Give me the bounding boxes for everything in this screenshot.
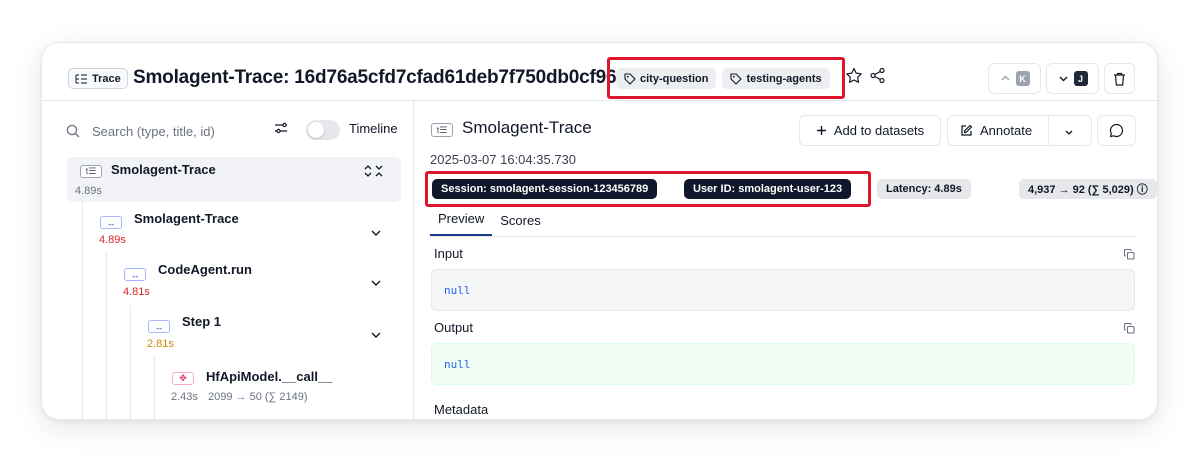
- timeline-label: Timeline: [349, 121, 398, 136]
- output-label: Output: [434, 320, 474, 335]
- annotate-label: Annotate: [980, 123, 1033, 138]
- session-user-highlight-box: [425, 171, 871, 207]
- node-duration: 4.89s: [75, 185, 102, 197]
- delete-button[interactable]: [1104, 63, 1135, 94]
- trace-header: Trace Smolagent-Trace: 16d76a5cfd7cfad61…: [42, 43, 1157, 101]
- comment-icon: [1109, 123, 1124, 138]
- toggle-knob: [308, 122, 324, 138]
- node-title: Smolagent-Trace: [134, 211, 239, 226]
- tabs-divider: [430, 236, 1135, 237]
- tree-node-step-1[interactable]: ↔ Step 1 2.81s: [140, 311, 392, 357]
- trace-tree-panel: Search (type, title, id) Timeline t☰ Smo…: [42, 101, 414, 419]
- node-duration: 2.81s: [147, 338, 174, 350]
- timeline-toggle[interactable]: [306, 120, 340, 140]
- node-title: HfApiModel.__call__: [206, 369, 333, 384]
- node-duration: 4.89s: [99, 234, 126, 246]
- comments-button[interactable]: [1097, 115, 1136, 146]
- trace-type-icon: t☰: [431, 123, 453, 137]
- search-icon: [66, 124, 80, 138]
- trace-type-icon: t☰: [80, 165, 102, 178]
- previous-trace-button[interactable]: K: [988, 63, 1041, 94]
- share-icon[interactable]: [869, 67, 886, 84]
- tree-node-codeagent-run[interactable]: ↔ CodeAgent.run 4.81s: [116, 259, 392, 305]
- span-icon: ↔: [100, 216, 122, 229]
- tags-highlight-box: [607, 57, 845, 99]
- plus-icon: [816, 126, 826, 135]
- add-to-datasets-label: Add to datasets: [833, 123, 925, 138]
- star-icon[interactable]: [845, 67, 863, 85]
- page-title: Smolagent-Trace: 16d76a5cfd7cfad61deb7f7…: [133, 67, 617, 88]
- latency-badge: Latency: 4.89s: [877, 179, 971, 199]
- chevron-down-icon[interactable]: [1064, 127, 1074, 137]
- chevron-up-icon: [1001, 75, 1009, 81]
- kbd-k: K: [1015, 71, 1030, 86]
- node-title: Smolagent-Trace: [111, 162, 216, 177]
- chevron-down-icon[interactable]: [370, 277, 382, 289]
- chevron-down-icon: [1059, 76, 1067, 82]
- tree-guide-line: [130, 305, 131, 419]
- detail-title: Smolagent-Trace: [462, 118, 592, 137]
- tree-guide-line: [154, 357, 155, 419]
- trace-type-badge: Trace: [68, 68, 128, 89]
- input-label: Input: [434, 246, 463, 261]
- chevron-down-icon[interactable]: [370, 227, 382, 239]
- expand-collapse-icon[interactable]: [364, 165, 386, 177]
- copy-icon[interactable]: [1124, 323, 1135, 334]
- node-duration: 4.81s: [123, 286, 150, 298]
- add-to-datasets-button[interactable]: Add to datasets: [799, 115, 941, 146]
- annotate-button[interactable]: Annotate: [947, 115, 1092, 146]
- trash-icon: [1114, 72, 1125, 86]
- generation-icon: ✥: [172, 372, 194, 385]
- tree-guide-line: [82, 202, 83, 419]
- trace-badge-label: Trace: [92, 72, 121, 85]
- output-value: null: [431, 343, 1135, 385]
- list-tree-icon: [75, 73, 87, 84]
- trace-card: Trace Smolagent-Trace: 16d76a5cfd7cfad61…: [41, 42, 1158, 420]
- next-trace-button[interactable]: J: [1046, 63, 1099, 94]
- trace-detail-panel: t☰ Smolagent-Trace 2025-03-07 16:04:35.7…: [415, 101, 1157, 419]
- tree-guide-line: [106, 253, 107, 419]
- node-token-usage: 2099 → 50 (∑ 2149): [208, 391, 308, 403]
- span-icon: ↔: [124, 268, 146, 281]
- tab-preview[interactable]: Preview: [430, 203, 493, 237]
- button-divider: [1048, 116, 1049, 145]
- chevron-down-icon[interactable]: [370, 329, 382, 341]
- node-duration: 2.43s: [171, 391, 198, 403]
- tree-node-hfapimodel-call[interactable]: ✥ HfApiModel.__call__ 2.43s 2099 → 50 (∑…: [164, 364, 392, 410]
- copy-icon[interactable]: [1124, 249, 1135, 260]
- filter-settings-icon[interactable]: [274, 121, 288, 135]
- trace-timestamp: 2025-03-07 16:04:35.730: [430, 152, 577, 167]
- tree-node-root[interactable]: t☰ Smolagent-Trace 4.89s: [67, 157, 401, 202]
- tree-node-smolagent-trace[interactable]: ↔ Smolagent-Trace 4.89s: [92, 207, 392, 253]
- kbd-j: J: [1073, 71, 1088, 86]
- metadata-label: Metadata: [434, 402, 489, 417]
- span-icon: ↔: [148, 320, 170, 333]
- detail-tabs: Preview Scores: [430, 203, 549, 237]
- input-value: null: [431, 269, 1135, 311]
- search-input[interactable]: Search (type, title, id): [92, 124, 215, 139]
- edit-icon: [961, 124, 973, 136]
- tab-scores[interactable]: Scores: [492, 203, 548, 237]
- node-title: Step 1: [182, 314, 222, 329]
- token-usage-badge: 4,937 → 92 (∑ 5,029) ⓘ: [1019, 179, 1157, 199]
- node-title: CodeAgent.run: [158, 262, 252, 277]
